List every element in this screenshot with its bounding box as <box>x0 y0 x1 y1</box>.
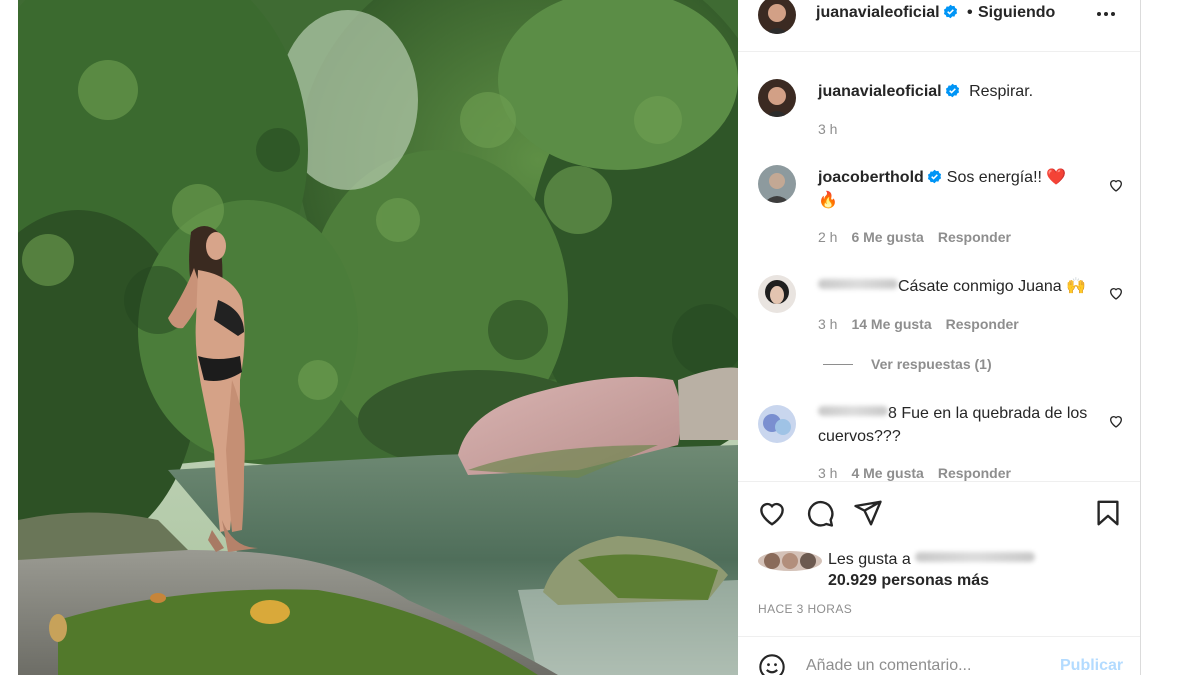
author-avatar[interactable] <box>758 0 796 34</box>
blurred-username <box>818 406 888 416</box>
caption-username[interactable]: juanavialeoficial <box>818 83 960 100</box>
caption-meta: 3 h <box>818 121 851 137</box>
post-photo[interactable] <box>18 0 738 675</box>
comment-like-heart-icon[interactable] <box>1108 413 1124 429</box>
add-comment-bar: Publicar <box>738 636 1140 675</box>
left-gutter <box>0 0 18 675</box>
post-header: juanavialeoficial • Siguiendo <box>738 0 1140 52</box>
comment-text: 8 Fue en la quebrada de los cuervos??? <box>818 402 1088 448</box>
instagram-post-view: juanavialeoficial • Siguiendo juanaviale… <box>0 0 1200 675</box>
photo-illustration <box>18 0 738 675</box>
comment-like-heart-icon[interactable] <box>1108 177 1124 193</box>
comment-body: Cásate conmigo Juana <box>898 278 1062 295</box>
emoji-icon[interactable] <box>758 653 786 675</box>
comment-avatar[interactable] <box>758 165 796 203</box>
following-button[interactable]: Siguiendo <box>978 4 1055 22</box>
username-suffix: 8 <box>888 405 897 422</box>
post-side-panel: juanavialeoficial • Siguiendo juanaviale… <box>738 0 1140 675</box>
comment-icon[interactable] <box>805 498 835 528</box>
comment-time[interactable]: 3 h <box>818 465 837 481</box>
more-icon[interactable] <box>1094 2 1118 26</box>
comment-body: Sos energía!! <box>946 169 1047 186</box>
caption-avatar[interactable] <box>758 79 796 117</box>
caption-body: Respirar. <box>969 83 1034 100</box>
publish-button[interactable]: Publicar <box>1060 657 1123 675</box>
comment-likes[interactable]: 4 Me gusta <box>851 465 923 481</box>
post-timestamp[interactable]: HACE 3 HORAS <box>758 602 852 616</box>
liker-avatars <box>758 550 822 572</box>
comment-avatar[interactable] <box>758 405 796 443</box>
blurred-liker <box>915 552 1036 562</box>
reply-button[interactable]: Responder <box>938 465 1011 481</box>
comment-meta: 2 h 6 Me gusta Responder <box>818 229 1025 245</box>
comment-likes[interactable]: 6 Me gusta <box>851 229 923 245</box>
verified-icon <box>927 169 941 184</box>
comment-input[interactable] <box>806 657 1056 675</box>
post-actions: Les gusta a 20.929 personas más HACE 3 H… <box>738 481 1140 636</box>
right-gutter <box>1140 0 1200 675</box>
raising-hands-emoji: 🙌 <box>1066 278 1087 295</box>
comment-meta: 3 h 14 Me gusta Responder <box>818 316 1033 332</box>
caption-time[interactable]: 3 h <box>818 121 837 137</box>
heart-icon[interactable] <box>757 498 787 528</box>
comment-text: Cásate conmigo Juana 🙌 <box>818 275 1086 298</box>
reply-button[interactable]: Responder <box>938 229 1011 245</box>
likes-summary[interactable]: Les gusta a 20.929 personas más <box>828 549 1036 591</box>
view-replies-button[interactable]: Ver respuestas (1) <box>823 356 992 372</box>
comment-username[interactable]: joacoberthold <box>818 169 942 186</box>
bookmark-icon[interactable] <box>1093 498 1123 528</box>
author-username[interactable]: juanavialeoficial <box>816 4 958 22</box>
blurred-username <box>818 279 898 289</box>
verified-icon <box>945 83 959 98</box>
replies-divider <box>823 364 853 365</box>
verified-icon <box>943 4 957 19</box>
header-separator: • <box>967 4 973 21</box>
comment-avatar[interactable] <box>758 275 796 313</box>
comment-meta: 3 h 4 Me gusta Responder <box>818 465 1025 481</box>
likes-count[interactable]: 20.929 personas más <box>828 570 1035 591</box>
reply-button[interactable]: Responder <box>946 316 1019 332</box>
comment-likes[interactable]: 14 Me gusta <box>851 316 931 332</box>
comment-time[interactable]: 2 h <box>818 229 837 245</box>
comments-list[interactable]: juanavialeoficial Respirar. 3 h joacober… <box>738 53 1140 481</box>
likes-prefix: Les gusta a <box>828 551 911 568</box>
comment-time[interactable]: 3 h <box>818 316 837 332</box>
caption-text: juanavialeoficial Respirar. <box>818 80 1033 103</box>
comment-like-heart-icon[interactable] <box>1108 285 1124 301</box>
comment-text: joacoberthold Sos energía!! ❤️ 🔥 <box>818 166 1088 212</box>
share-icon[interactable] <box>853 498 883 528</box>
